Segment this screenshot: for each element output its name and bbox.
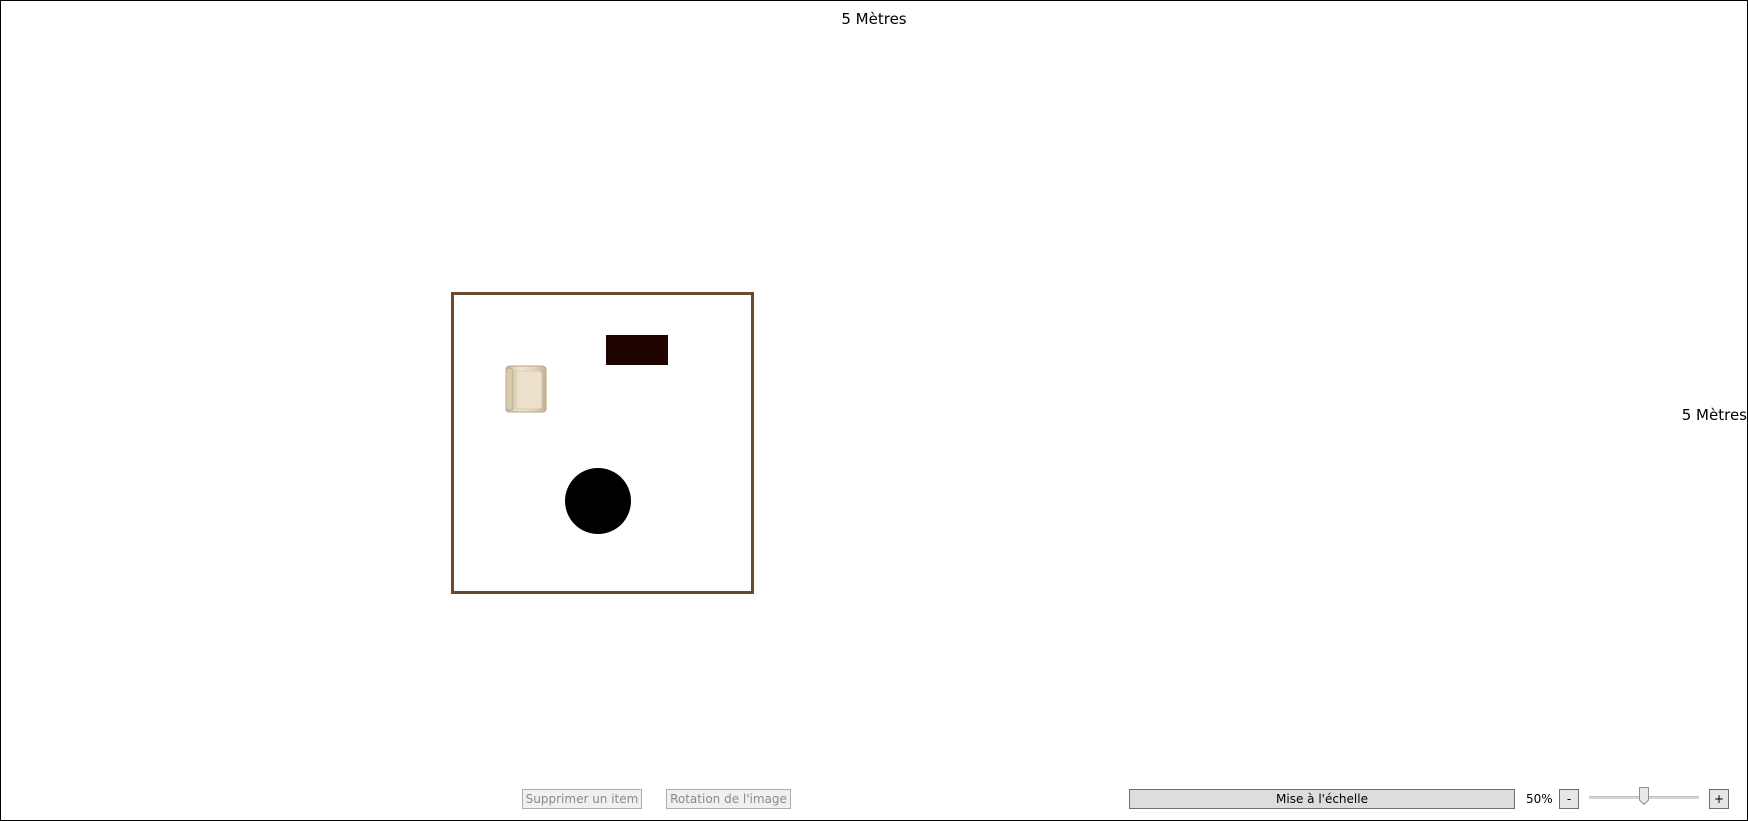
zoom-level-text: 50% xyxy=(1526,792,1553,806)
app-window: 5 Mètres 5 Mètres Supprimer un item Rota… xyxy=(0,0,1748,821)
armchair-item[interactable] xyxy=(503,365,549,413)
armchair-icon xyxy=(505,365,547,413)
slider-thumb-icon xyxy=(1639,787,1649,806)
delete-item-button[interactable]: Supprimer un item xyxy=(522,789,642,809)
zoom-in-button[interactable]: + xyxy=(1709,789,1729,809)
room-plan[interactable] xyxy=(451,292,754,594)
width-dimension-label: 5 Mètres xyxy=(841,10,907,28)
rectangular-table-item[interactable] xyxy=(606,335,668,365)
round-table-item[interactable] xyxy=(565,468,631,534)
zoom-out-button[interactable]: - xyxy=(1559,789,1579,809)
rotate-image-button[interactable]: Rotation de l'image xyxy=(666,789,791,809)
scale-button[interactable]: Mise à l'échelle xyxy=(1129,789,1515,809)
zoom-slider-thumb[interactable] xyxy=(1639,787,1649,806)
zoom-slider[interactable] xyxy=(1589,787,1699,809)
height-dimension-label: 5 Mètres xyxy=(1681,406,1747,424)
